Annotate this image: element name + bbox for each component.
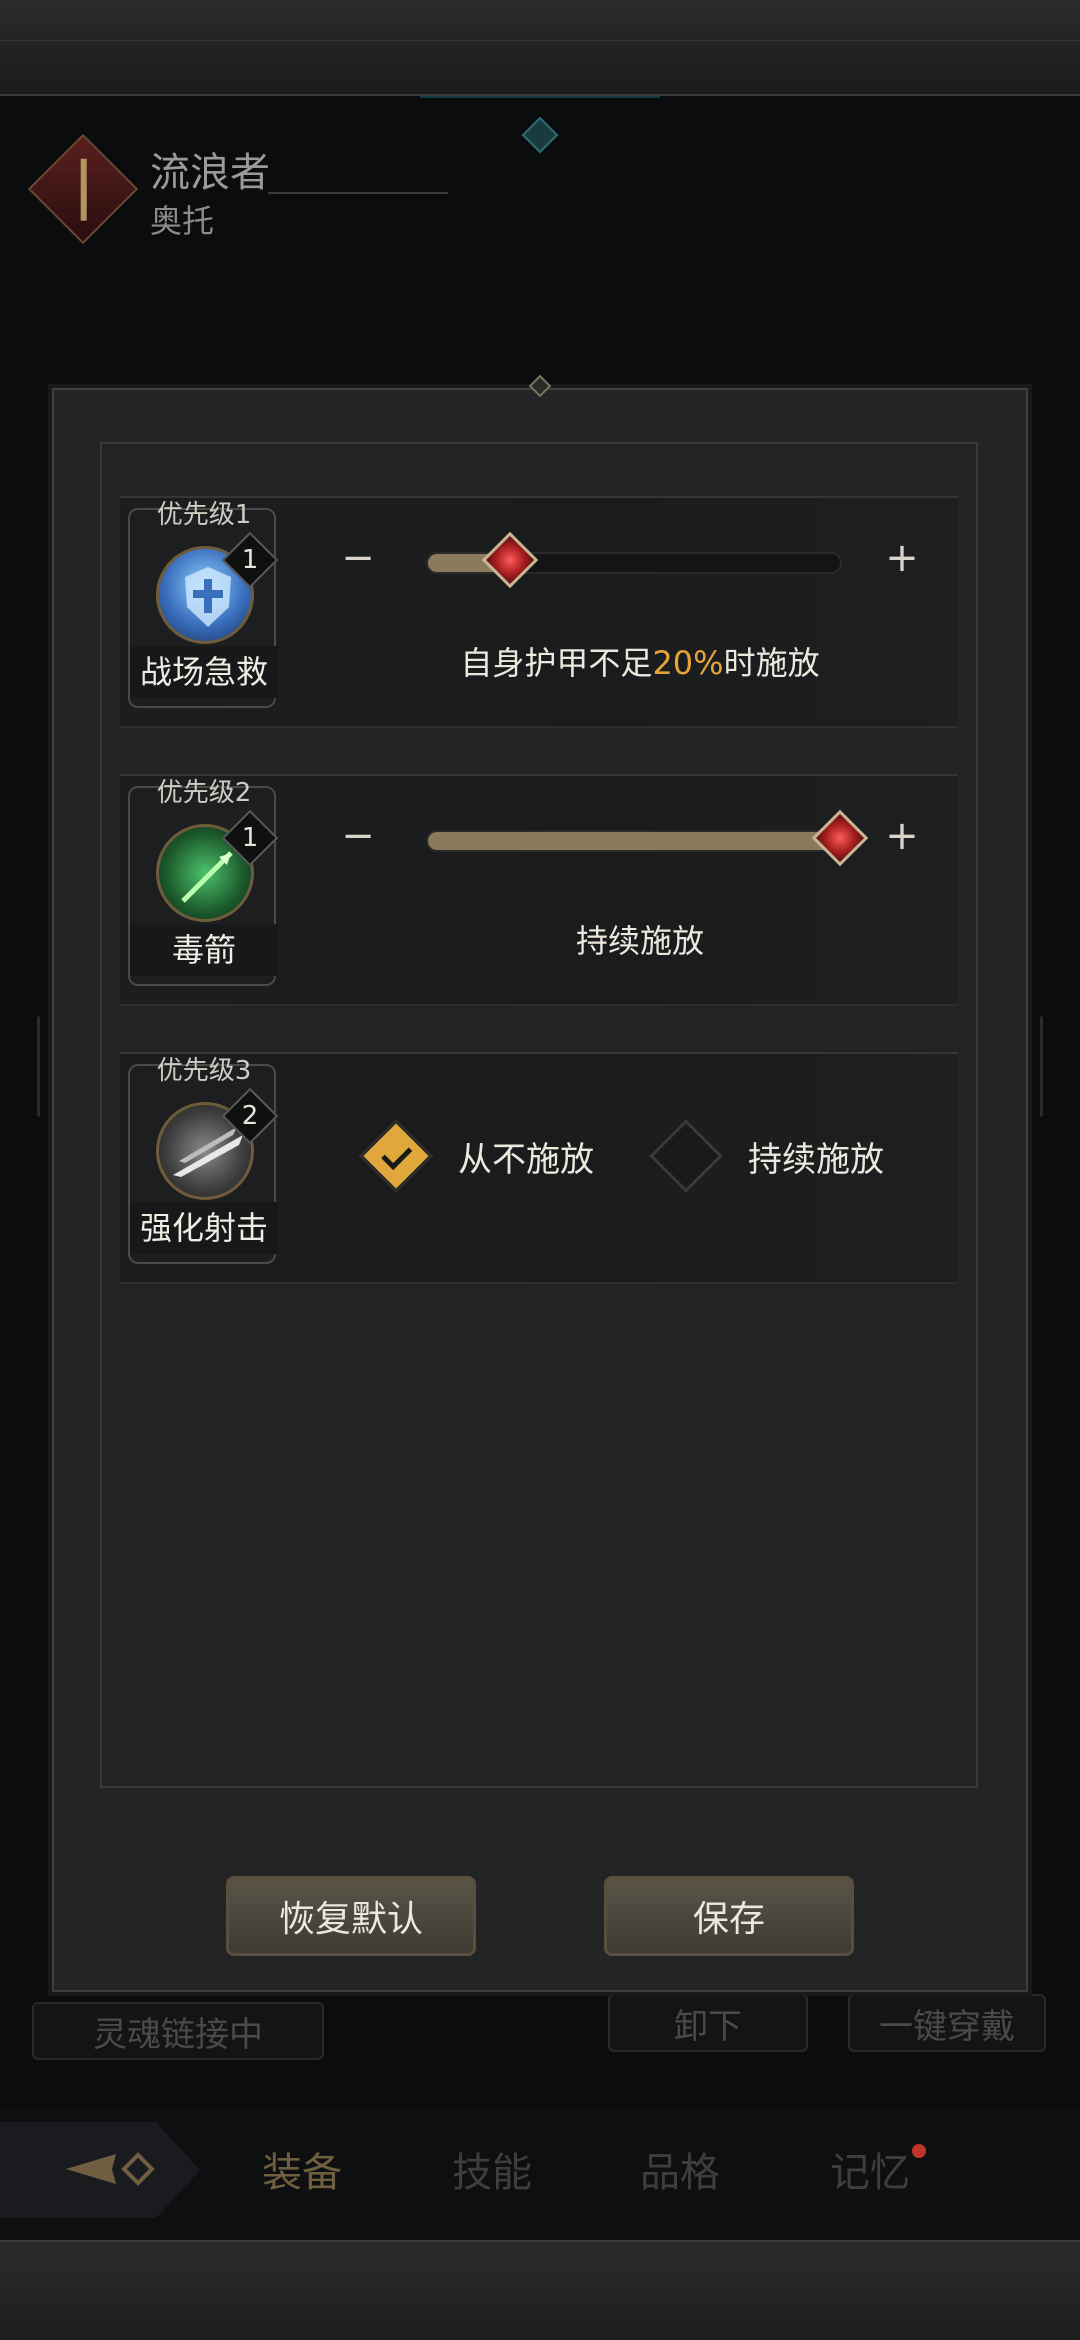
skill-row: 优先级2 1 毒箭 − + 持续施放 xyxy=(120,774,958,1006)
skill-name: 毒箭 xyxy=(130,924,278,976)
slider-knob[interactable] xyxy=(811,809,869,867)
option-label: 持续施放 xyxy=(748,1139,884,1180)
slider-knob[interactable] xyxy=(482,531,539,589)
equip-all-button[interactable]: 一键穿戴 xyxy=(848,1994,1046,2052)
cast-condition: 持续施放 xyxy=(575,922,704,960)
cast-condition-suffix: 时施放 xyxy=(723,644,820,682)
priority-label: 优先级2 xyxy=(156,778,252,808)
skill-row: 优先级1 1 战场急救 − + 自身护甲不足20%时施放 xyxy=(120,496,958,728)
unchecked-box-icon[interactable] xyxy=(649,1119,723,1193)
class-name: 流浪者 xyxy=(150,150,270,196)
reset-default-button[interactable]: 恢复默认 xyxy=(226,1876,476,1956)
skill-name: 战场急救 xyxy=(130,646,278,698)
level-number: 1 xyxy=(241,823,259,853)
level-number: 2 xyxy=(241,1101,259,1131)
skill-card[interactable]: 优先级3 2 强化射击 xyxy=(128,1056,279,1264)
class-sword-icon xyxy=(27,133,139,245)
tab-equipment[interactable]: 装备 xyxy=(262,2140,342,2198)
skill-name: 强化射击 xyxy=(130,1202,278,1254)
decrease-button[interactable]: − xyxy=(330,532,386,588)
cast-condition-prefix: 自身护甲不足 xyxy=(460,644,653,682)
tab-character[interactable]: 品格 xyxy=(640,2140,720,2198)
option-label: 从不施放 xyxy=(458,1139,594,1180)
skill-card[interactable]: 优先级2 1 毒箭 xyxy=(128,778,279,986)
option-never-cast[interactable]: 从不施放 xyxy=(359,1119,594,1193)
priority-label: 优先级3 xyxy=(156,1056,252,1086)
decrease-button[interactable]: − xyxy=(330,810,386,866)
threshold-value: 20% xyxy=(652,644,724,682)
bottom-frame xyxy=(0,2240,1080,2340)
checked-box-icon[interactable] xyxy=(359,1119,433,1193)
top-frame xyxy=(0,0,1080,96)
next-arrow-icon[interactable] xyxy=(1040,982,1080,1118)
tab-memory[interactable]: 记忆 xyxy=(830,2140,910,2198)
unload-button[interactable]: 卸下 xyxy=(608,1994,808,2052)
soul-link-button[interactable]: 灵魂链接中 xyxy=(32,2002,324,2060)
cast-condition: 自身护甲不足20%时施放 xyxy=(320,638,960,684)
option-always-cast[interactable]: 持续施放 xyxy=(649,1119,884,1193)
notification-dot xyxy=(912,2144,926,2158)
back-arrow-icon xyxy=(66,2152,155,2186)
threshold-slider[interactable] xyxy=(426,531,842,589)
skill-card[interactable]: 优先级1 1 战场急救 xyxy=(128,500,279,708)
increase-button[interactable]: + xyxy=(874,810,930,866)
slider-fill xyxy=(428,832,840,850)
header-divider xyxy=(268,192,448,194)
priority-label: 优先级1 xyxy=(156,500,252,530)
threshold-slider[interactable] xyxy=(426,809,869,867)
skill-row: 优先级3 2 强化射击 从不施放 持续施放 xyxy=(120,1052,958,1284)
prev-arrow-icon[interactable] xyxy=(0,982,40,1118)
hero-name: 奥托 xyxy=(150,202,215,240)
tab-skills[interactable]: 技能 xyxy=(452,2140,532,2198)
increase-button[interactable]: + xyxy=(874,532,930,588)
level-number: 1 xyxy=(241,545,259,575)
save-button[interactable]: 保存 xyxy=(604,1876,854,1956)
